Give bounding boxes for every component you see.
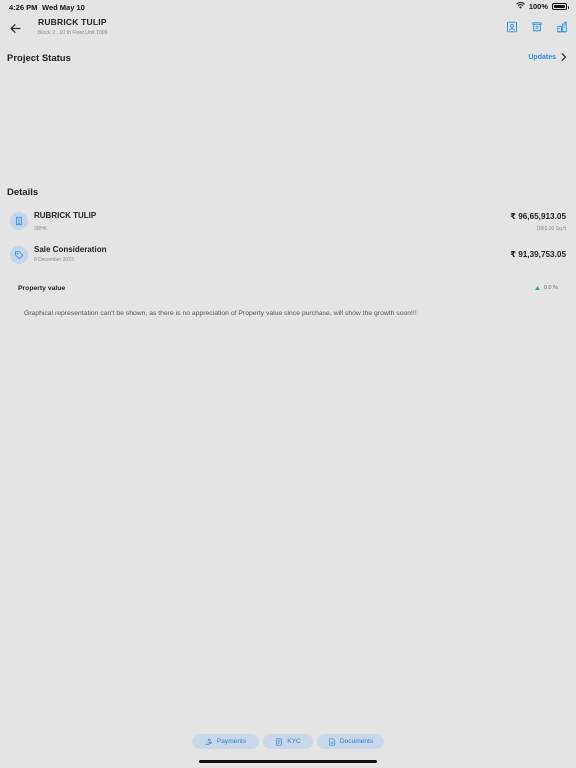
status-time: 4:26 PM [9,3,38,12]
bottom-tab-bar: Payments KYC Documents [0,734,576,749]
property-value-message: Graphical representation can't be shown,… [24,310,417,317]
sale-amount: ₹ 91,39,753.05 [510,250,566,259]
property-value-percent: 0.0 % [543,285,558,291]
building-analytics-icon[interactable] [555,20,568,33]
sale-date: 8 December 2023 [34,257,74,263]
updates-link[interactable]: Updates [528,53,567,61]
property-amount: ₹ 96,65,913.05 [510,212,566,221]
contact-card-icon[interactable] [505,20,518,33]
unit-address: Block 2 , 10 th Floor,Unit 1009 [38,30,108,36]
property-value-label: Property value [18,285,66,292]
details-title: Details [7,187,39,198]
kyc-label: KYC [287,738,301,745]
tag-icon [10,246,28,264]
back-arrow-icon [9,23,21,33]
detail-row-property[interactable]: RUBRICK TULIP 3BHK ₹ 96,65,913.05 1865.0… [0,209,576,237]
status-indicators: 100% [515,2,569,11]
updates-label: Updates [528,53,556,61]
property-value-change: 0.0 % [534,285,558,291]
battery-icon [552,3,569,10]
property-name: RUBRICK TULIP [34,211,97,220]
battery-percent: 100% [528,2,548,11]
building-icon [10,212,28,230]
kyc-button[interactable]: KYC [263,734,313,749]
documents-button[interactable]: Documents [317,734,384,749]
sale-consideration-label: Sale Consideration [34,245,107,254]
project-status-title: Project Status [7,53,71,64]
receipt-icon[interactable] [530,20,543,33]
status-bar: 4:26 PM Wed May 10 100% [0,0,576,14]
detail-row-sale-consideration[interactable]: Sale Consideration 8 December 2023 ₹ 91,… [0,243,576,271]
header-actions [505,20,568,33]
documents-icon [329,737,335,746]
triangle-up-icon [534,286,540,290]
property-type: 3BHK [34,226,48,232]
status-date: Wed May 10 [42,3,85,12]
page-title: RUBRICK TULIP [38,17,107,27]
chevron-right-icon [561,53,567,61]
wifi-icon [515,2,525,11]
payments-button[interactable]: Payments [192,734,259,749]
property-area: 1865.00 Sq.ft [536,226,566,232]
kyc-icon [276,737,283,746]
back-button[interactable] [8,21,22,35]
top-header: RUBRICK TULIP Block 2 , 10 th Floor,Unit… [0,14,576,44]
documents-label: Documents [339,738,374,745]
home-indicator[interactable] [199,760,377,763]
payments-icon [205,738,212,745]
payments-label: Payments [216,738,247,745]
